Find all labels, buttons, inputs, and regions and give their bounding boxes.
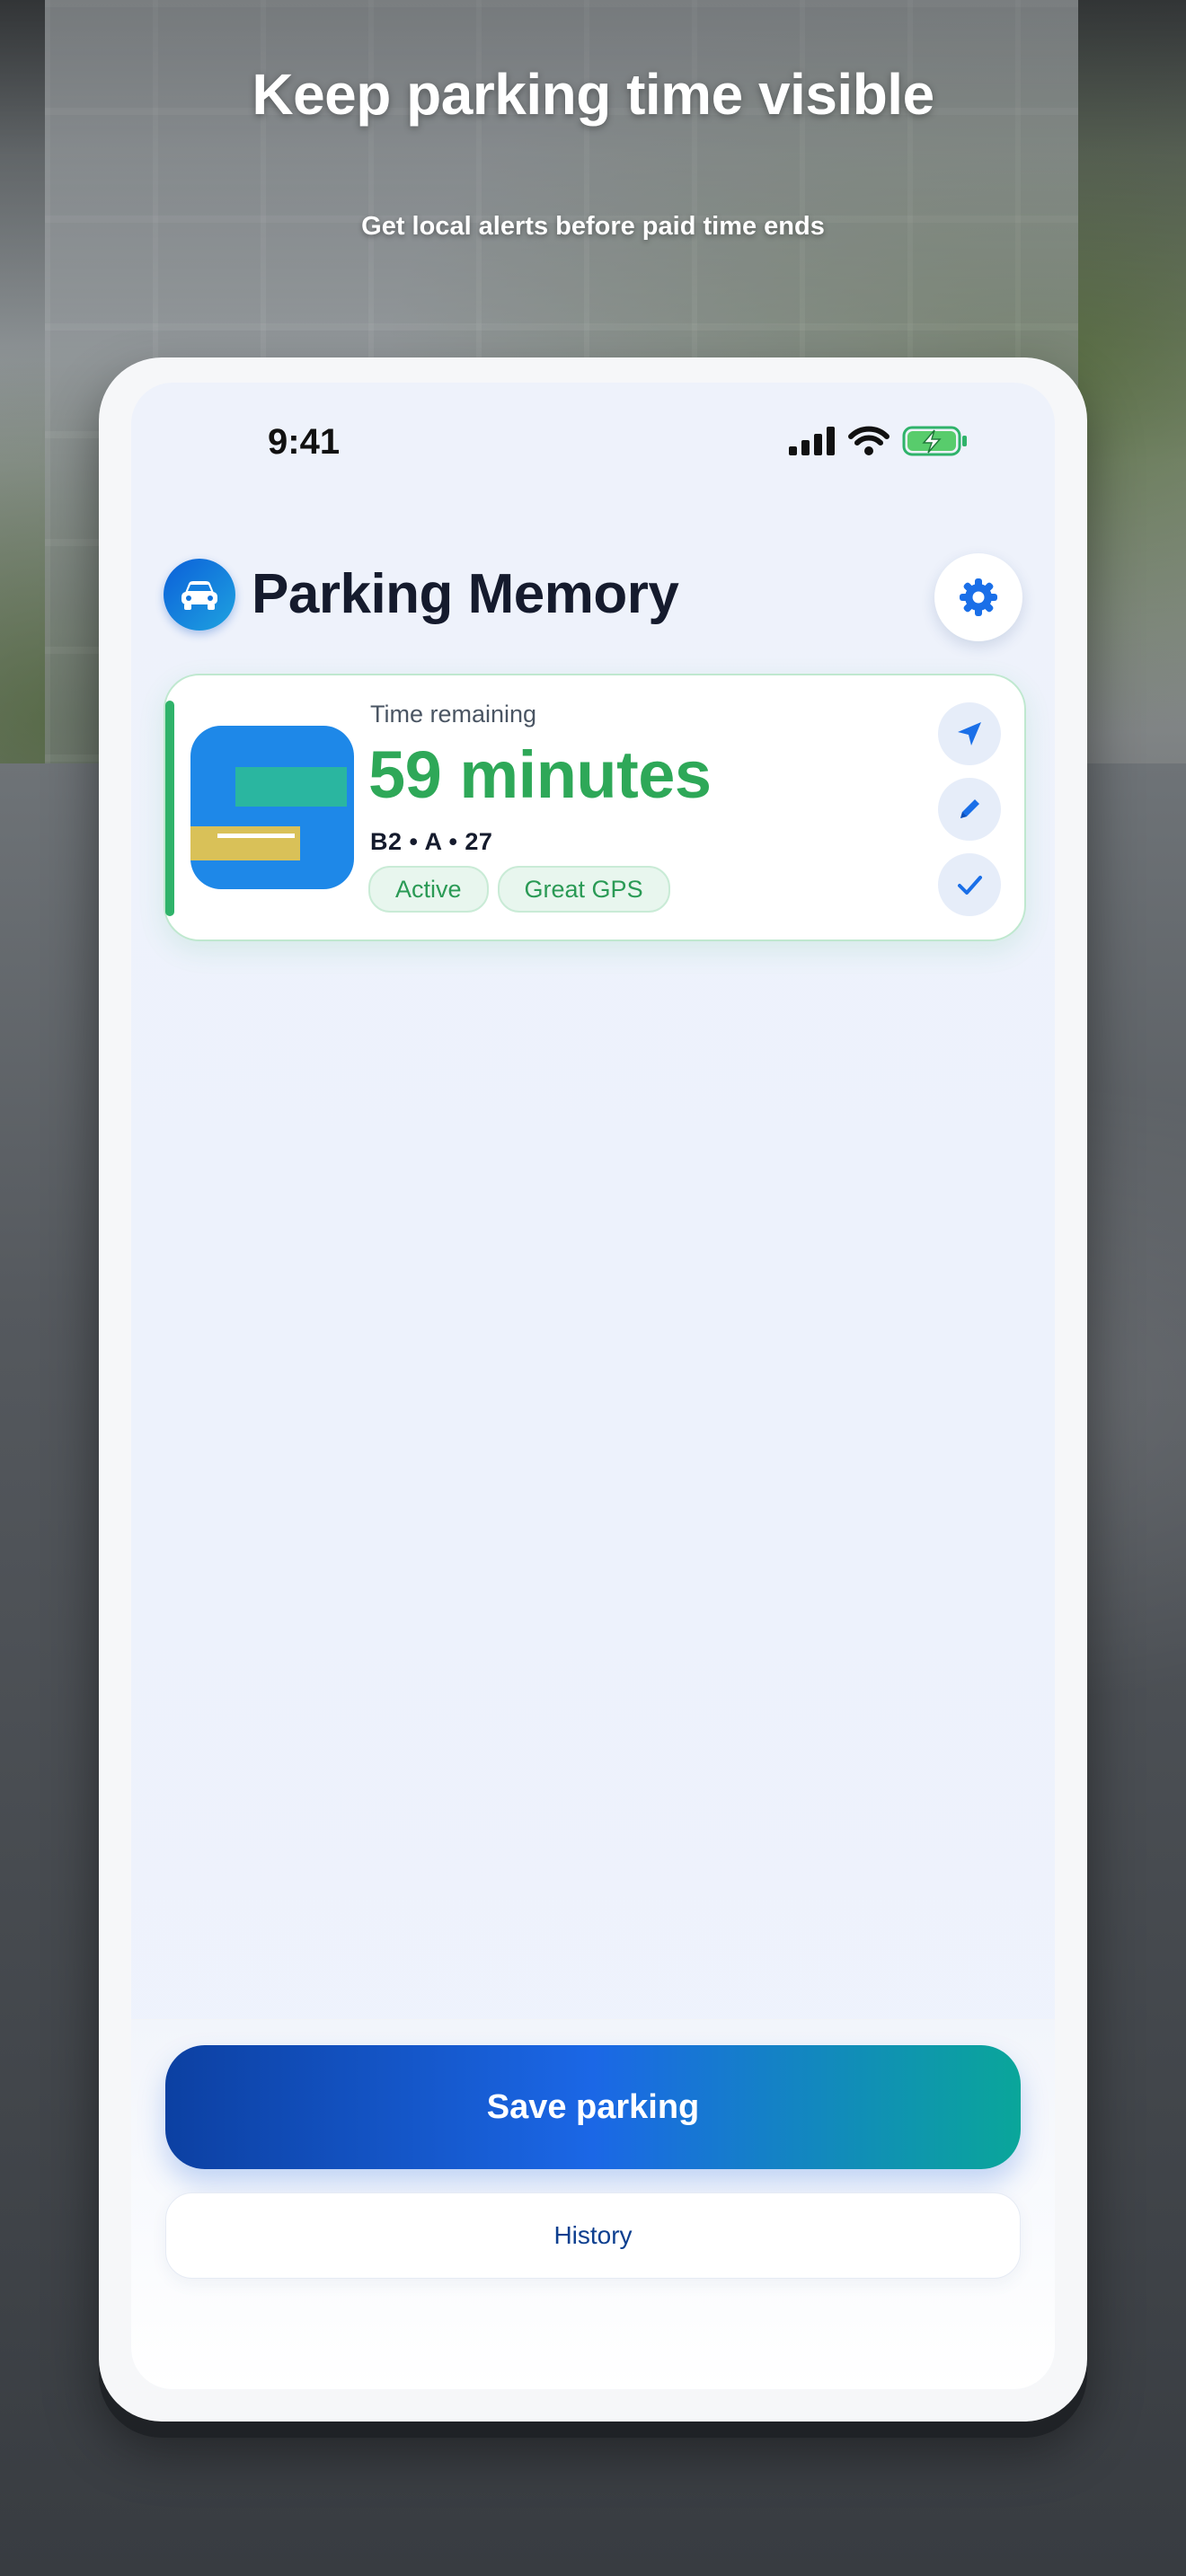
battery-charging-icon [902, 426, 967, 456]
gear-icon [960, 578, 997, 616]
phone-frame: 9:41 Parking Memory Time remaining 59 mi… [99, 357, 1087, 2422]
promo-subline: Get local alerts before paid time ends [361, 212, 825, 241]
navigate-button[interactable] [938, 702, 1001, 765]
time-remaining-label: Time remaining [370, 701, 537, 728]
cellular-signal-icon [789, 427, 835, 455]
pencil-icon [960, 799, 979, 818]
status-badge-active: Active [368, 866, 489, 913]
promo-headline: Keep parking time visible [252, 62, 934, 127]
phone-screen: 9:41 Parking Memory Time remaining 59 mi… [131, 383, 1055, 2389]
status-badge-gps: Great GPS [497, 866, 670, 913]
end-parking-button[interactable] [938, 853, 1001, 916]
app-header: Parking Memory [164, 550, 1022, 641]
edit-button[interactable] [938, 778, 1001, 841]
card-actions [938, 702, 1001, 916]
status-time: 9:41 [268, 422, 341, 462]
bottom-action-panel: Save parking History [131, 2019, 1055, 2389]
history-button[interactable]: History [165, 2192, 1021, 2279]
status-bar: 9:41 [131, 422, 1055, 476]
card-status-accent [165, 701, 174, 916]
navigation-arrow-icon [958, 722, 981, 745]
time-remaining-value: 59 minutes [368, 737, 712, 812]
checkmark-icon [958, 876, 982, 895]
status-icons [789, 426, 969, 456]
settings-button[interactable] [934, 553, 1022, 641]
active-parking-card[interactable]: Time remaining 59 minutes B2 • A • 27 Ac… [164, 674, 1026, 941]
parking-spot-location: B2 • A • 27 [370, 828, 493, 855]
app-title: Parking Memory [252, 563, 679, 625]
status-chips: Active Great GPS [368, 866, 670, 913]
wifi-icon [848, 426, 890, 455]
car-icon [181, 581, 217, 610]
save-parking-button[interactable]: Save parking [165, 2045, 1021, 2169]
app-logo [164, 559, 235, 631]
parking-photo-thumbnail[interactable] [190, 726, 354, 889]
